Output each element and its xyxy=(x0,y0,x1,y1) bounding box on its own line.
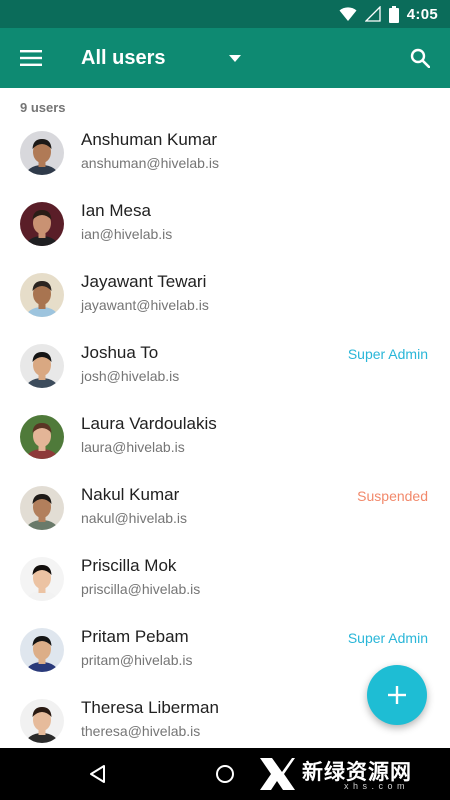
user-email: laura@hivelab.is xyxy=(81,439,185,455)
list-item[interactable]: Ian Mesa ian@hivelab.is xyxy=(0,189,450,260)
avatar xyxy=(20,344,64,388)
list-item[interactable]: Priscilla Mok priscilla@hivelab.is xyxy=(0,544,450,615)
user-name: Jayawant Tewari xyxy=(81,272,207,291)
user-filter-dropdown[interactable]: All users xyxy=(81,46,247,70)
user-list: Anshuman Kumar anshuman@hivelab.is Ian Mes… xyxy=(0,118,450,748)
user-name: Joshua To xyxy=(81,343,159,362)
status-time: 4:05 xyxy=(406,5,438,23)
user-name: Anshuman Kumar xyxy=(81,130,218,149)
battery-icon xyxy=(388,5,399,23)
avatar xyxy=(20,628,64,672)
nav-back-button[interactable] xyxy=(84,760,112,788)
user-count-label: 9 users xyxy=(20,100,66,115)
user-email: priscilla@hivelab.is xyxy=(81,581,201,597)
nav-home-button[interactable] xyxy=(211,760,239,788)
list-item[interactable]: Anshuman Kumar anshuman@hivelab.is xyxy=(0,118,450,189)
user-email: ian@hivelab.is xyxy=(81,226,173,242)
add-user-button[interactable] xyxy=(367,665,427,725)
avatar xyxy=(20,202,64,246)
search-icon xyxy=(410,48,430,68)
watermark: 新绿资源网 x h s . c o m xyxy=(258,754,444,794)
triangle-down-icon xyxy=(229,54,242,62)
dropdown-toggle[interactable] xyxy=(223,46,247,70)
avatar xyxy=(20,415,64,459)
user-email: nakul@hivelab.is xyxy=(81,510,188,526)
user-email: anshuman@hivelab.is xyxy=(81,155,219,171)
triangle-back-icon xyxy=(90,765,105,783)
user-name: Laura Vardoulakis xyxy=(81,414,217,433)
user-name: Theresa Liberman xyxy=(81,698,219,717)
navigation-bar: 新绿资源网 x h s . c o m xyxy=(0,748,450,800)
menu-button[interactable] xyxy=(0,28,62,88)
signal-icon xyxy=(364,6,381,22)
plus-icon xyxy=(388,686,406,704)
app-bar: All users xyxy=(0,28,450,88)
list-item[interactable]: Nakul Kumar nakul@hivelab.is Suspended xyxy=(0,473,450,544)
circle-home-icon xyxy=(216,765,234,783)
watermark-subtext: x h s . c o m xyxy=(344,781,406,791)
user-name: Nakul Kumar xyxy=(81,485,180,504)
app-bar-title: All users xyxy=(81,46,166,69)
wifi-icon xyxy=(339,7,357,21)
hamburger-menu-icon xyxy=(20,50,42,66)
avatar xyxy=(20,557,64,601)
user-name: Priscilla Mok xyxy=(81,556,177,575)
user-list-screen: 9 users Anshuman Kumar anshuman@hivelab.i… xyxy=(0,88,450,748)
search-button[interactable] xyxy=(402,40,438,76)
user-email: jayawant@hivelab.is xyxy=(81,297,209,313)
avatar xyxy=(20,273,64,317)
user-email: theresa@hivelab.is xyxy=(81,723,201,739)
user-email: josh@hivelab.is xyxy=(81,368,180,384)
avatar xyxy=(20,131,64,175)
role-badge: Super Admin xyxy=(347,346,428,362)
user-name: Pritam Pebam xyxy=(81,627,189,646)
avatar xyxy=(20,486,64,530)
list-item[interactable]: Jayawant Tewari jayawant@hivelab.is xyxy=(0,260,450,331)
user-email: pritam@hivelab.is xyxy=(81,652,193,668)
avatar xyxy=(20,699,64,743)
role-badge: Suspended xyxy=(357,488,428,504)
user-name: Ian Mesa xyxy=(81,201,151,220)
watermark-logo-icon xyxy=(260,758,295,790)
list-item[interactable]: Joshua To josh@hivelab.is Super Admin xyxy=(0,331,450,402)
role-badge: Super Admin xyxy=(347,630,428,646)
status-bar: 4:05 xyxy=(0,0,450,28)
list-item[interactable]: Laura Vardoulakis laura@hivelab.is xyxy=(0,402,450,473)
